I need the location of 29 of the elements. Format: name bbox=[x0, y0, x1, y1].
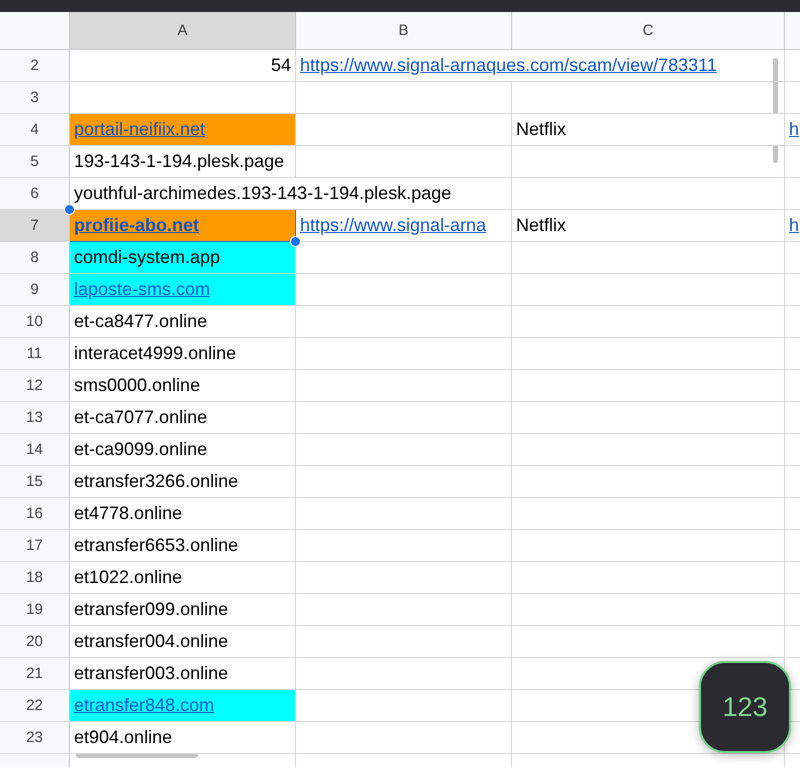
column-header[interactable]: A bbox=[70, 12, 296, 50]
row-header[interactable]: 9 bbox=[0, 274, 70, 306]
row-header[interactable]: 16 bbox=[0, 498, 70, 530]
row-header[interactable]: 4 bbox=[0, 114, 70, 146]
row-header[interactable]: 19 bbox=[0, 594, 70, 626]
row-header[interactable]: 5 bbox=[0, 146, 70, 178]
row-header[interactable]: 15 bbox=[0, 466, 70, 498]
row-header[interactable]: 3 bbox=[0, 82, 70, 114]
row-header[interactable]: 21 bbox=[0, 658, 70, 690]
row-header[interactable]: 17 bbox=[0, 530, 70, 562]
select-all-corner[interactable] bbox=[0, 12, 70, 50]
row-header[interactable]: 2 bbox=[0, 50, 70, 82]
row-header[interactable]: 8 bbox=[0, 242, 70, 274]
row-header[interactable]: 20 bbox=[0, 626, 70, 658]
row-header[interactable]: 22 bbox=[0, 690, 70, 722]
row-header[interactable]: 11 bbox=[0, 338, 70, 370]
keyboard-toggle-button[interactable]: 123 bbox=[699, 661, 791, 753]
row-header[interactable]: 18 bbox=[0, 562, 70, 594]
row-header[interactable]: 13 bbox=[0, 402, 70, 434]
scrollbar[interactable] bbox=[76, 753, 198, 758]
row-header[interactable]: 7 bbox=[0, 210, 70, 242]
row-header[interactable]: 14 bbox=[0, 434, 70, 466]
row-header[interactable]: 10 bbox=[0, 306, 70, 338]
column-header[interactable]: B bbox=[296, 12, 512, 50]
row-header[interactable]: 23 bbox=[0, 722, 70, 754]
column-header[interactable]: C bbox=[512, 12, 785, 50]
scrollbar[interactable] bbox=[773, 58, 778, 163]
row-header[interactable]: 6 bbox=[0, 178, 70, 210]
row-header[interactable]: 12 bbox=[0, 370, 70, 402]
